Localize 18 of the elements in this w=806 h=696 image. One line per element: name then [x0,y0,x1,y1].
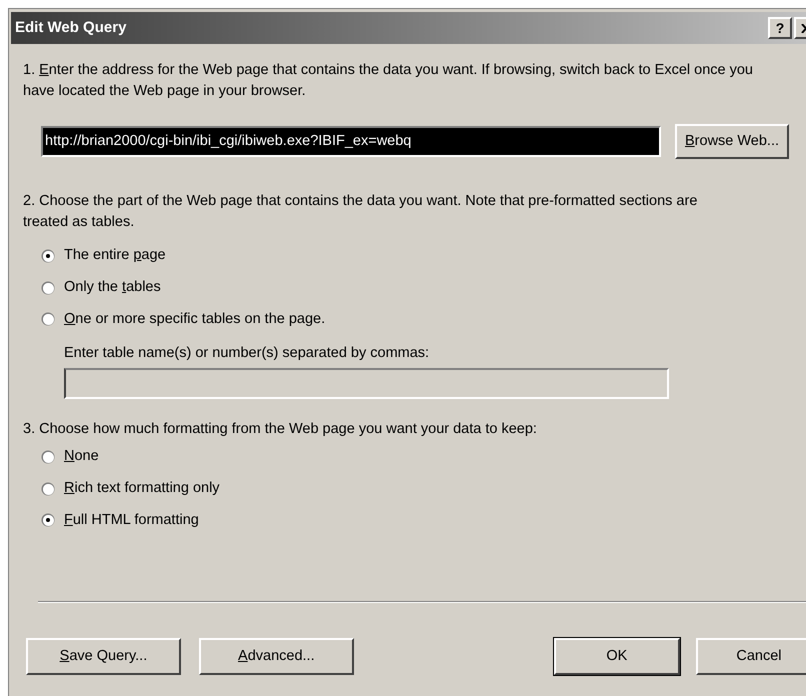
instruction-text: 3. Choose how much formatting from the Web page you want your data to keep: [23,420,538,439]
radio-label[interactable]: Full HTML formatting [64,510,199,532]
field-label: Enter table name(s) or number(s) separated by commas: [64,344,430,364]
help-button[interactable]: ? [768,17,792,39]
dialog-button[interactable]: Advanced... [198,638,354,676]
browse-web-button[interactable]: Browse Web... [675,124,790,159]
radio-label[interactable]: One or more specific tables on the page. [64,308,326,330]
dialog-button[interactable]: OK [554,638,680,676]
window-title: Edit Web Query [15,18,126,38]
instruction-text: 2. Choose the part of the Web page that contains the data you want. Note that pre-formatted sections are treated as tables. [23,192,698,232]
radio-label[interactable]: Only the tables [64,276,161,298]
address-field[interactable]: http://brian2000/cgi-bin/ibi_cgi/ibiweb.exe?IBIF_ex=webq [41,126,661,157]
dialog-button[interactable]: Save Query... [26,638,181,676]
instruction-text: 1. Enter the address for the Web page that contains the data you want. If browsing, switch back to Excel once you have located the Web page in your browser. [23,61,754,101]
radio-label[interactable]: The entire page [64,245,166,267]
radio-label[interactable]: Rich text formatting only [64,478,220,500]
dialog-button[interactable]: Cancel [696,638,806,676]
radio-label[interactable]: None [64,446,99,468]
